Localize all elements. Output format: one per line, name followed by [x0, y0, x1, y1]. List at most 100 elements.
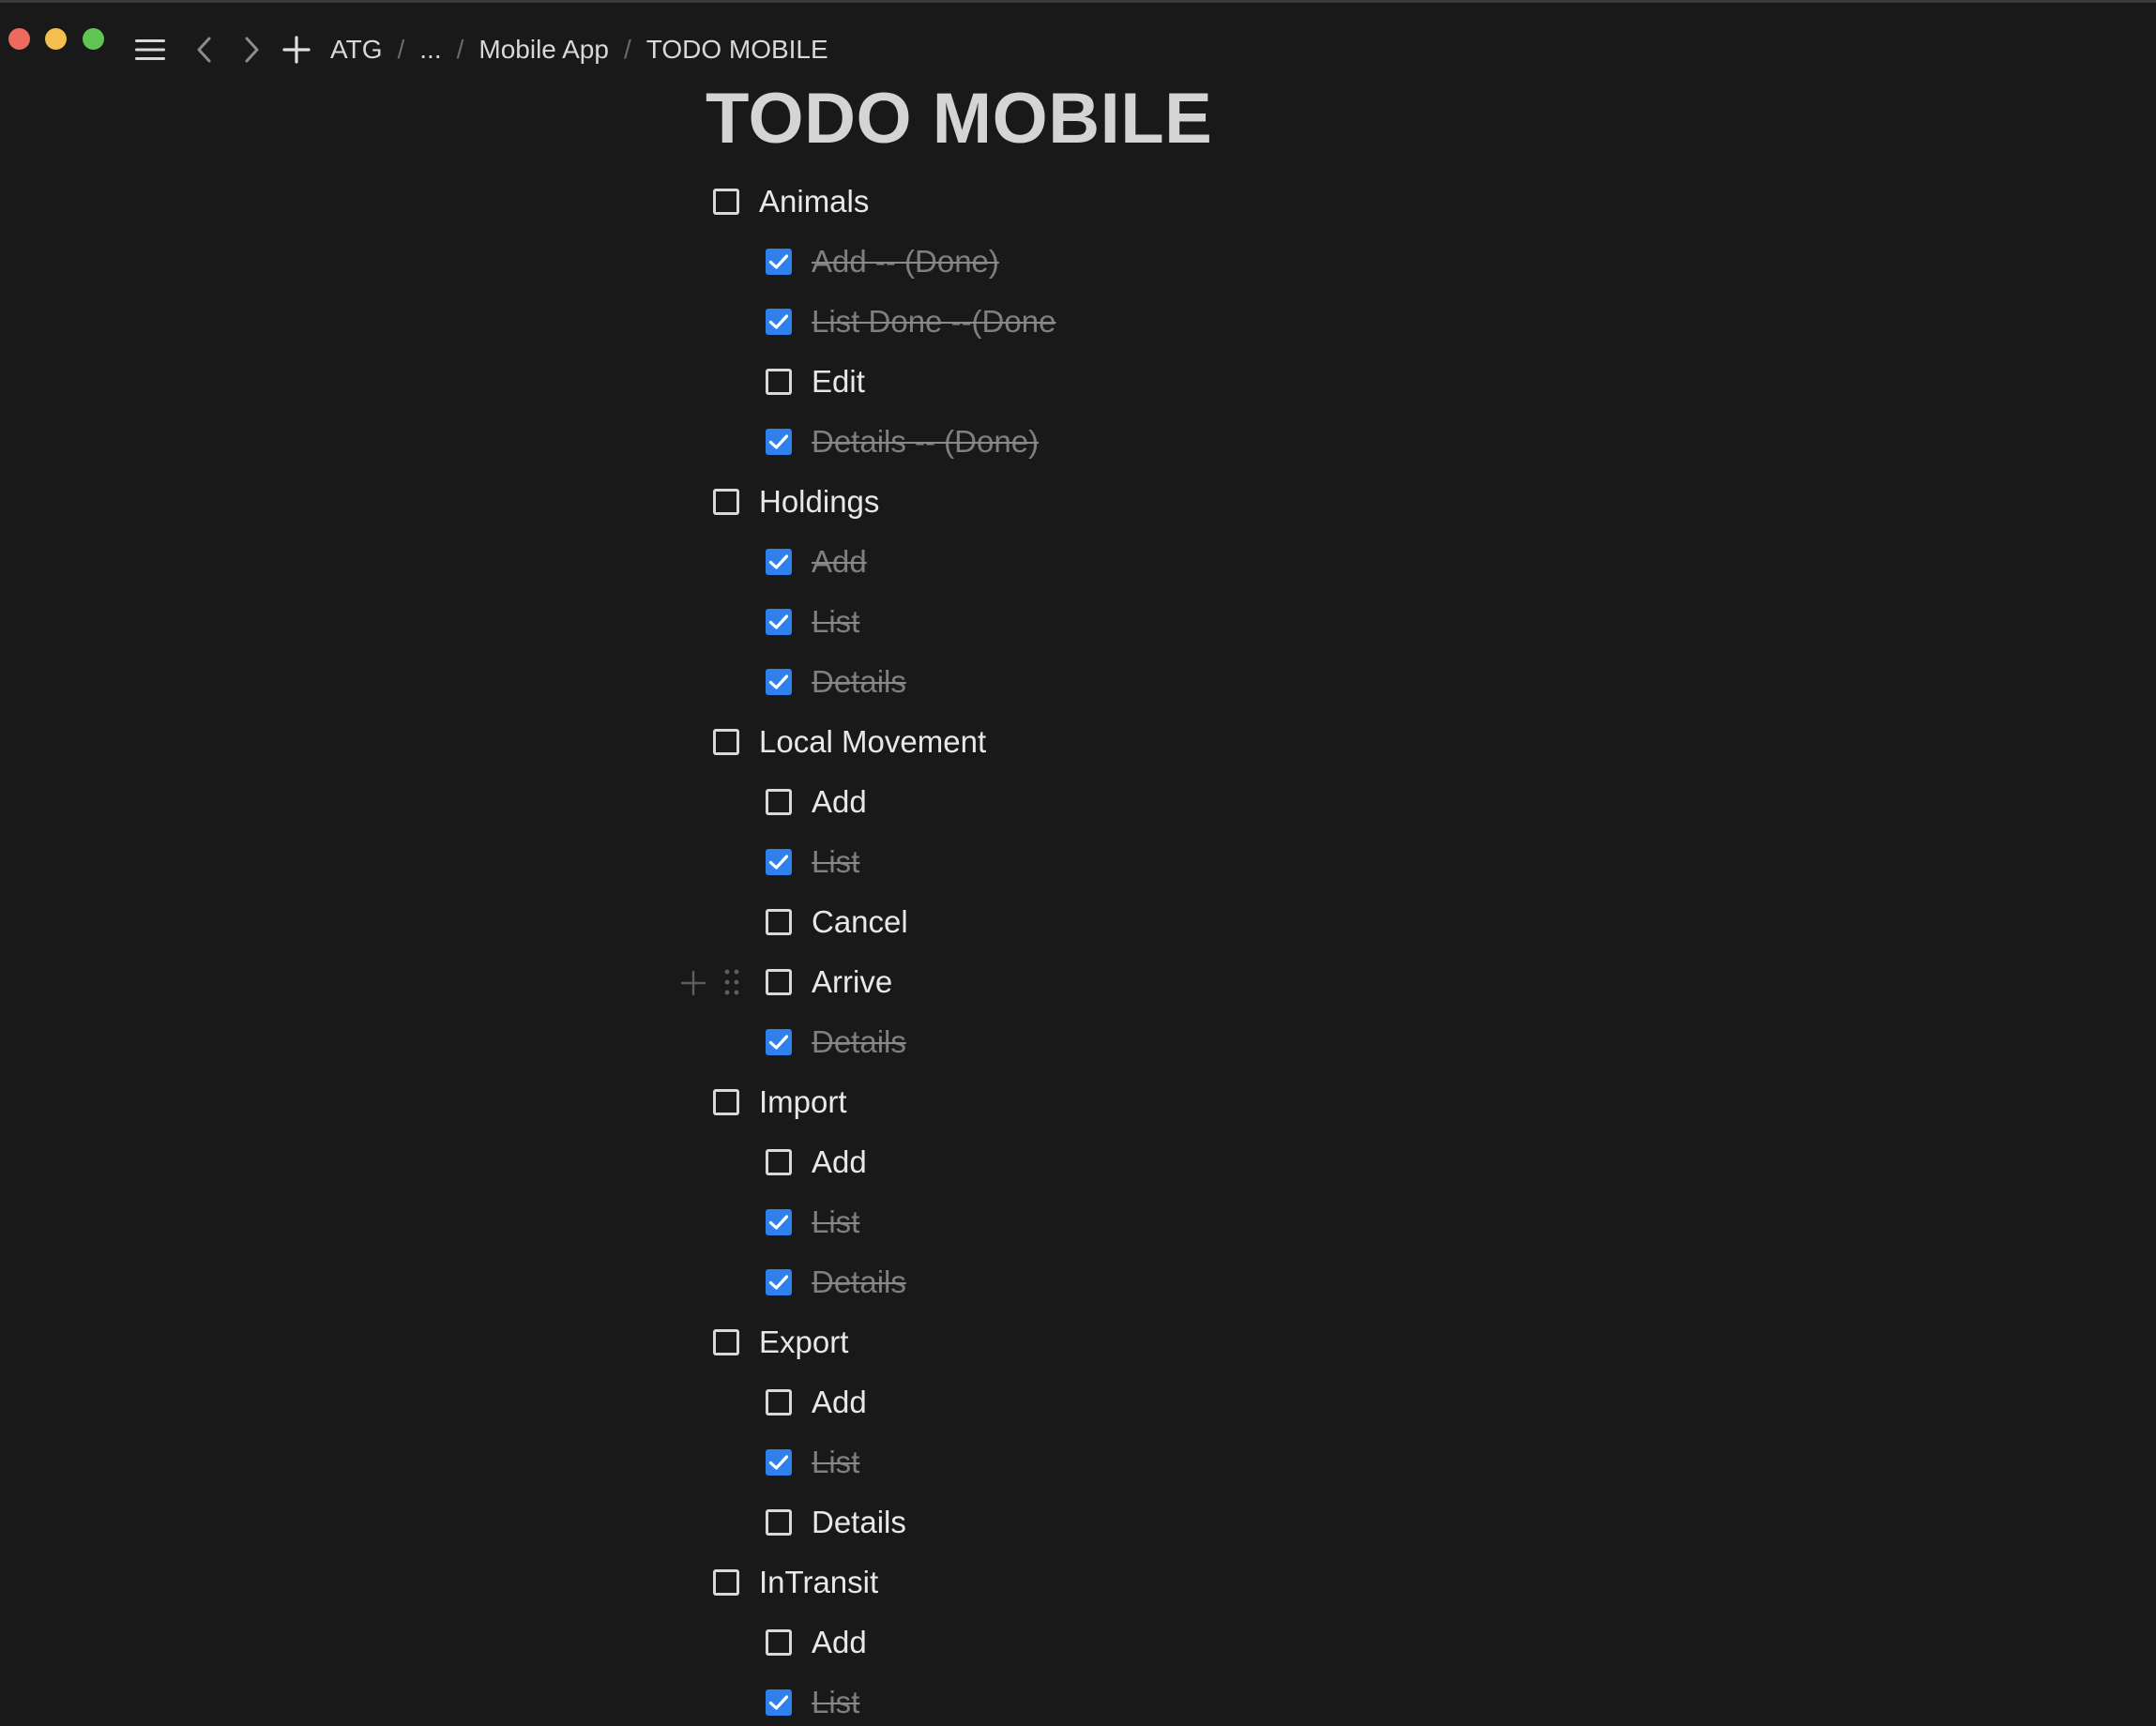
todo-label[interactable]: Holdings	[759, 484, 879, 520]
checkmark-icon	[768, 1215, 789, 1230]
checkbox-unchecked[interactable]	[766, 789, 792, 815]
checkbox-checked[interactable]	[766, 1689, 792, 1716]
window-minimize-button[interactable]	[45, 28, 67, 50]
todo-label[interactable]: Details	[812, 664, 906, 700]
chevron-left-icon[interactable]	[191, 29, 218, 70]
checkbox-unchecked[interactable]	[766, 969, 792, 995]
todo-label[interactable]: Add	[812, 1625, 867, 1660]
checkbox-unchecked[interactable]	[766, 369, 792, 395]
breadcrumb-separator: /	[397, 35, 405, 64]
breadcrumb-item-atg[interactable]: ATG	[330, 35, 382, 65]
checkbox-checked[interactable]	[766, 1269, 792, 1295]
todo-group-item: Export	[0, 1312, 2156, 1372]
checkbox-checked[interactable]	[766, 609, 792, 635]
todo-label[interactable]: List	[812, 1204, 859, 1240]
todo-label[interactable]: Local Movement	[759, 724, 986, 760]
checkbox-checked[interactable]	[766, 429, 792, 455]
todo-subitem: List	[0, 1192, 2156, 1252]
todo-label[interactable]: List	[812, 844, 859, 880]
plus-icon[interactable]	[280, 29, 313, 70]
checkbox-checked[interactable]	[766, 1209, 792, 1235]
todo-subitem: List	[0, 1673, 2156, 1726]
checkbox-unchecked[interactable]	[766, 1509, 792, 1536]
todo-list: Animals Add -- (Done) List Done --(Done Edi…	[0, 172, 2156, 1726]
todo-subitem: Cancel	[0, 892, 2156, 952]
checkbox-unchecked[interactable]	[766, 1389, 792, 1416]
add-block-plus-icon[interactable]	[679, 969, 707, 997]
todo-label[interactable]: Add	[812, 1144, 867, 1180]
todo-subitem: Edit	[0, 352, 2156, 412]
todo-label[interactable]: Add -- (Done)	[812, 244, 999, 280]
todo-label[interactable]: Export	[759, 1325, 848, 1360]
checkbox-unchecked[interactable]	[713, 729, 739, 755]
todo-subitem: Add	[0, 532, 2156, 592]
todo-group-item: Import	[0, 1072, 2156, 1132]
todo-label[interactable]: List	[812, 1685, 859, 1720]
todo-label[interactable]: Edit	[812, 364, 865, 400]
checkbox-checked[interactable]	[766, 249, 792, 275]
checkbox-checked[interactable]	[766, 309, 792, 335]
todo-subitem: Details	[0, 652, 2156, 712]
window-maximize-button[interactable]	[83, 28, 104, 50]
checkmark-icon	[768, 614, 789, 629]
checkbox-checked[interactable]	[766, 669, 792, 695]
todo-subitem: Details	[0, 1252, 2156, 1312]
breadcrumb: ATG / ... / Mobile App / TODO MOBILE	[330, 29, 828, 70]
checkmark-icon	[768, 674, 789, 689]
chevron-right-icon[interactable]	[238, 29, 265, 70]
checkbox-checked[interactable]	[766, 1449, 792, 1476]
checkbox-unchecked[interactable]	[713, 489, 739, 515]
todo-subitem: Add	[0, 772, 2156, 832]
todo-subitem: Add	[0, 1612, 2156, 1673]
breadcrumb-item-current-page[interactable]: TODO MOBILE	[646, 35, 828, 65]
todo-label[interactable]: Import	[759, 1084, 847, 1120]
todo-label[interactable]: List	[812, 604, 859, 640]
checkmark-icon	[768, 314, 789, 329]
checkmark-icon	[768, 554, 789, 569]
checkbox-unchecked[interactable]	[713, 1569, 739, 1596]
breadcrumb-item-mobile-app[interactable]: Mobile App	[478, 35, 609, 65]
todo-label[interactable]: Arrive	[812, 964, 892, 1000]
checkbox-checked[interactable]	[766, 549, 792, 575]
todo-subitem: List Done --(Done	[0, 292, 2156, 352]
checkbox-unchecked[interactable]	[766, 1629, 792, 1656]
todo-label[interactable]: Details	[812, 1505, 906, 1540]
todo-subitem: Add	[0, 1372, 2156, 1432]
checkbox-unchecked[interactable]	[713, 1089, 739, 1115]
page-title[interactable]: TODO MOBILE	[706, 76, 1212, 162]
todo-label[interactable]: Add	[812, 1385, 867, 1420]
todo-subitem: Add	[0, 1132, 2156, 1192]
checkbox-unchecked[interactable]	[713, 1329, 739, 1355]
breadcrumb-separator: /	[623, 35, 631, 64]
menu-icon[interactable]	[131, 29, 169, 70]
todo-group-item: Animals	[0, 172, 2156, 232]
todo-subitem: Details -- (Done)	[0, 412, 2156, 472]
todo-subitem: Add -- (Done)	[0, 232, 2156, 292]
todo-subitem: Details	[0, 1012, 2156, 1072]
checkbox-unchecked[interactable]	[713, 189, 739, 215]
todo-label[interactable]: List	[812, 1445, 859, 1480]
todo-subitem: Arrive	[0, 952, 2156, 1012]
breadcrumb-item-ellipsis[interactable]: ...	[419, 35, 441, 65]
checkbox-unchecked[interactable]	[766, 909, 792, 935]
todo-label[interactable]: Add	[812, 544, 867, 580]
todo-label[interactable]: Details	[812, 1264, 906, 1300]
window-close-button[interactable]	[8, 28, 30, 50]
checkbox-checked[interactable]	[766, 1029, 792, 1055]
checkbox-unchecked[interactable]	[766, 1149, 792, 1175]
todo-subitem: Details	[0, 1492, 2156, 1552]
todo-label[interactable]: Details -- (Done)	[812, 424, 1039, 460]
checkbox-checked[interactable]	[766, 849, 792, 875]
todo-label[interactable]: Add	[812, 784, 867, 820]
app-window: ATG / ... / Mobile App / TODO MOBILE TOD…	[0, 0, 2156, 1726]
todo-label[interactable]: InTransit	[759, 1565, 878, 1600]
todo-label[interactable]: List Done --(Done	[812, 304, 1055, 340]
todo-group-item: Local Movement	[0, 712, 2156, 772]
todo-subitem: List	[0, 1432, 2156, 1492]
todo-label[interactable]: Animals	[759, 184, 869, 220]
checkmark-icon	[768, 1695, 789, 1710]
todo-group-item: Holdings	[0, 472, 2156, 532]
todo-label[interactable]: Cancel	[812, 904, 908, 940]
drag-handle-icon[interactable]	[722, 967, 741, 997]
todo-label[interactable]: Details	[812, 1024, 906, 1060]
